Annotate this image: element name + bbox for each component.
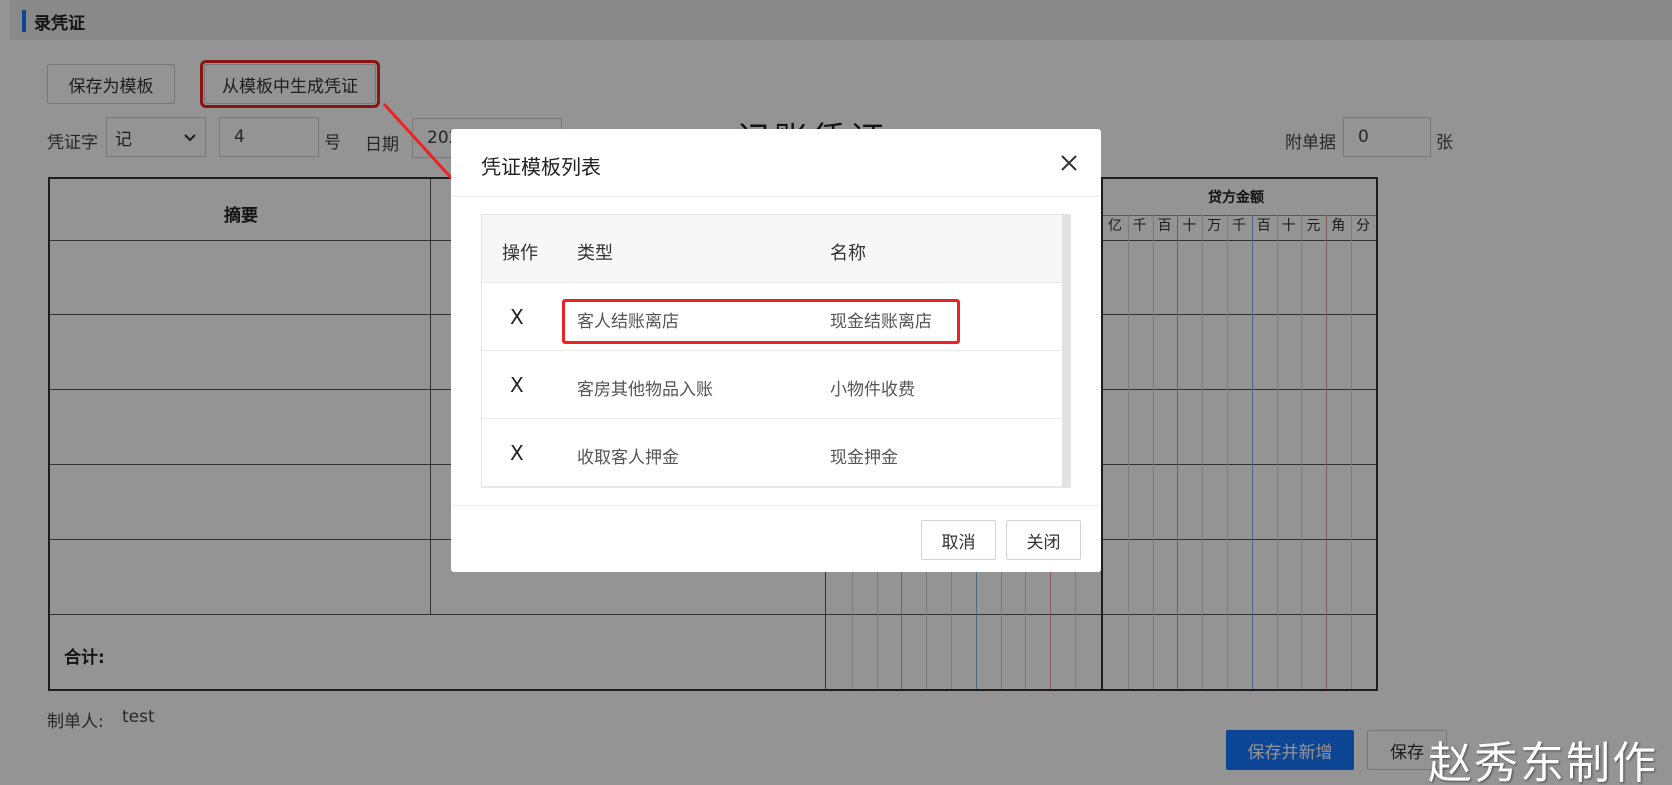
- delete-row-button[interactable]: X: [510, 441, 524, 465]
- watermark-text: 赵秀东制作: [1428, 738, 1658, 785]
- template-list-modal: 凭证模板列表 操作 类型 名称 X 客人结账离店 现金结账离店 X 客房其他物品…: [451, 129, 1101, 572]
- highlight-box: [562, 299, 960, 344]
- template-table: 操作 类型 名称 X 客人结账离店 现金结账离店 X 客房其他物品入账 小物件收…: [481, 214, 1071, 488]
- table-row[interactable]: X 收取客人押金 现金押金: [482, 419, 1062, 487]
- close-icon[interactable]: [1059, 153, 1079, 173]
- column-header-type: 类型: [577, 243, 613, 264]
- column-header-name: 名称: [830, 243, 866, 264]
- table-header: 操作 类型 名称: [482, 215, 1062, 283]
- cancel-button[interactable]: 取消: [921, 520, 996, 560]
- row-type: 收取客人押金: [577, 448, 679, 468]
- row-name: 小物件收费: [830, 380, 915, 400]
- close-button[interactable]: 关闭: [1006, 520, 1081, 560]
- delete-row-button[interactable]: X: [510, 373, 524, 397]
- table-row[interactable]: X 客房其他物品入账 小物件收费: [482, 351, 1062, 419]
- modal-title: 凭证模板列表: [481, 155, 601, 179]
- delete-row-button[interactable]: X: [510, 305, 524, 329]
- row-name: 现金押金: [830, 448, 898, 468]
- table-scrollbar[interactable]: [1062, 215, 1070, 487]
- row-type: 客房其他物品入账: [577, 380, 713, 400]
- column-header-op: 操作: [502, 243, 538, 264]
